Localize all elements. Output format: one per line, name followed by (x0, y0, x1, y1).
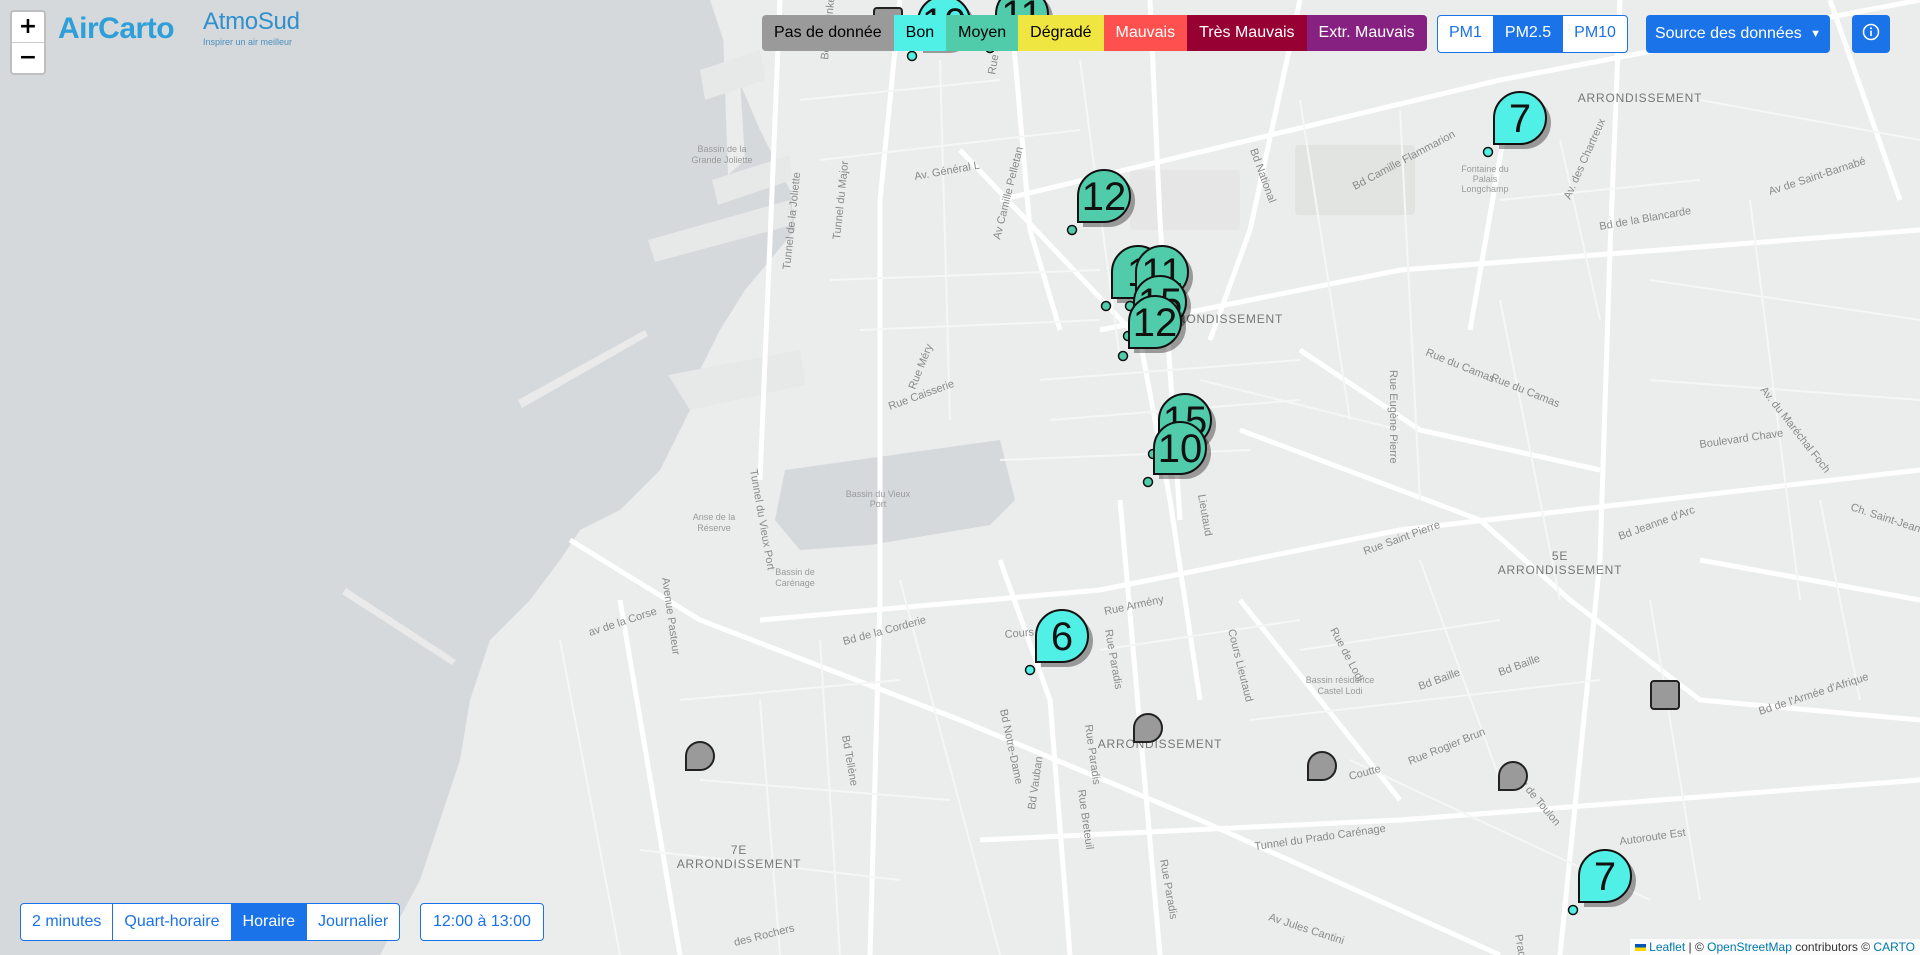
sensor-location-dot (1117, 350, 1129, 362)
sensor-location-dot (1482, 146, 1494, 158)
label-anse-1: Anse de la (693, 512, 736, 522)
attribution-sep: | © (1685, 940, 1708, 954)
attribution-mid: contributors © (1791, 940, 1874, 954)
label-arr-6: ARRONDISSEMENT (1098, 737, 1223, 751)
caret-down-icon: ▼ (1810, 28, 1822, 40)
info-button[interactable] (1852, 15, 1890, 53)
ukraine-flag-icon (1634, 944, 1646, 951)
sensor-location-dot (1567, 904, 1579, 916)
zoom-out-button[interactable]: − (12, 42, 44, 73)
data-source-dropdown[interactable]: Source des données ▼ (1646, 15, 1830, 53)
map[interactable]: Bassin de la Grande Joliette Bassin du V… (0, 0, 1920, 955)
legend-item: Extr. Mauvais (1306, 15, 1427, 51)
data-source-label: Source des données (1654, 25, 1802, 42)
rail-yard (1130, 170, 1240, 230)
label-fontaine-1: Fontaine du (1461, 164, 1509, 174)
basemap[interactable]: Bassin de la Grande Joliette Bassin du V… (0, 0, 1920, 955)
sensor-location-dot (1066, 224, 1078, 236)
sensor-marker[interactable] (1650, 680, 1680, 710)
aircarto-logo: AirCarto (58, 12, 175, 45)
marker-value: 12 (1082, 175, 1127, 219)
legend-item: Très Mauvais (1187, 15, 1307, 51)
air-quality-legend: Pas de donnée Bon Moyen Dégradé Mauvais Très … (762, 15, 1427, 51)
label-bassin-joliette-2: Grande Joliette (691, 155, 752, 165)
label-arr-7-num: 7E (731, 843, 747, 857)
label-carenage-1: Bassin de (775, 567, 815, 577)
zoom-in-button[interactable]: + (12, 12, 44, 42)
label-castel-2: Castel Lodi (1317, 686, 1362, 696)
pollutant-button[interactable]: PM2.5 (1492, 16, 1563, 52)
street-label: Rue Eugène Pierre (1387, 370, 1399, 464)
time-range[interactable]: 12:00 à 13:00 (420, 903, 544, 941)
label-anse-2: Réserve (697, 523, 731, 533)
label-fontaine-2: Palais (1473, 174, 1498, 184)
marker-value: 10 (1158, 427, 1203, 471)
period-button[interactable]: Horaire (230, 904, 306, 940)
marker-value: 7 (1509, 97, 1531, 141)
sensor-marker[interactable] (1307, 751, 1337, 781)
atmosud-name: AtmoSud (203, 8, 300, 35)
atmosud-logo: AtmoSud Inspirer un air meilleur (203, 8, 313, 47)
pollutant-button[interactable]: PM10 (1562, 16, 1627, 52)
osm-link[interactable]: OpenStreetMap (1707, 940, 1792, 954)
label-fontaine-3: Longchamp (1461, 184, 1508, 194)
sensor-location-dot (906, 50, 918, 62)
period-button[interactable]: Quart-horaire (112, 904, 230, 940)
label-vieux-port-1: Bassin du Vieux (846, 489, 911, 499)
pollutant-selector: PM1 PM2.5 PM10 (1437, 15, 1628, 53)
info-circle-icon (1862, 23, 1880, 41)
zoom-control: + − (10, 10, 46, 75)
sensor-marker[interactable] (685, 741, 715, 771)
period-button[interactable]: 2 minutes (21, 904, 112, 940)
map-attribution: Leaflet | © OpenStreetMap contributors ©… (1629, 939, 1920, 955)
legend-item: Mauvais (1103, 15, 1188, 51)
carto-link[interactable]: CARTO (1873, 940, 1915, 954)
legend-item: Dégradé (1018, 15, 1104, 51)
leaflet-link[interactable]: Leaflet (1649, 940, 1685, 954)
marker-value: 12 (1133, 301, 1178, 345)
legend-item: Moyen (946, 15, 1019, 51)
label-bassin-joliette-1: Bassin de la (697, 144, 746, 154)
period-selector: 2 minutes Quart-horaire Horaire Journalier (20, 903, 401, 941)
period-button[interactable]: Journalier (306, 904, 399, 940)
label-vieux-port-2: Port (870, 499, 887, 509)
sensor-location-dot (1024, 664, 1036, 676)
label-arr-5: ARRONDISSEMENT (1498, 563, 1623, 577)
marker-value: 6 (1051, 615, 1073, 659)
marker-value: 7 (1594, 855, 1616, 899)
label-carenage-2: Carénage (775, 578, 815, 588)
pollutant-button[interactable]: PM1 (1438, 16, 1493, 52)
label-arr-7: ARRONDISSEMENT (677, 857, 802, 871)
sensor-marker[interactable] (1133, 713, 1163, 743)
sensor-location-dot (1142, 476, 1154, 488)
legend-item: Bon (893, 15, 947, 51)
legend-item: Pas de donnée (762, 15, 894, 51)
sensor-marker[interactable] (1498, 761, 1528, 791)
label-arr-5-num: 5E (1552, 549, 1568, 563)
sensor-location-dot (1100, 300, 1112, 312)
label-arr-4: ARRONDISSEMENT (1578, 91, 1703, 105)
atmosud-tagline: Inspirer un air meilleur (203, 37, 293, 47)
